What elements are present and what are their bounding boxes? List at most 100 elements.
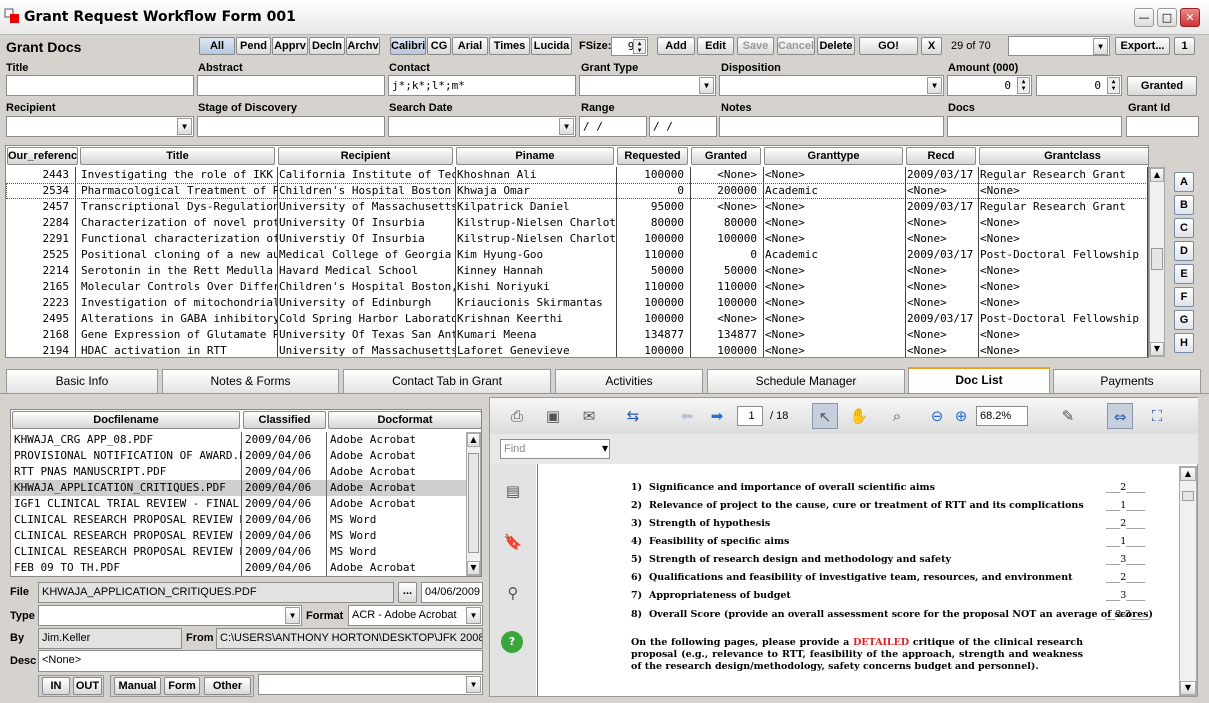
fsize-stepper[interactable]: 9 ▲ ▼ [611,37,648,56]
font-cg-button[interactable]: CG [427,37,451,55]
chevron-down-icon[interactable]: ▼ [177,118,192,135]
range-from-input[interactable]: / / [579,116,647,137]
tab-schedule-manager[interactable]: Schedule Manager [707,369,905,393]
table-row[interactable]: 2525Positional cloning of a new autosonM… [6,247,1148,263]
edit-button[interactable]: Edit [697,37,734,55]
manual-button[interactable]: Manual [114,677,161,695]
grid-scrollbar[interactable]: ▲ ▼ [1149,167,1165,357]
col-header-recipient[interactable]: Recipient [278,147,453,165]
pen-tool-icon[interactable]: ✎ [1055,403,1081,429]
from-input[interactable]: C:\USERS\ANTHONY HORTON\DESKTOP\JFK 2008… [216,628,483,649]
list-item[interactable]: CLINICAL RESEARCH PROPOSAL REVIEW FORM 20… [11,512,469,528]
list-item[interactable]: FEB 09 TO TH.PDF 2009/04/06 Adobe Acrobat [11,560,469,576]
search-date-select[interactable]: ▼ [388,116,576,137]
type-select[interactable]: ▼ [38,605,302,626]
filter-decln-button[interactable]: Decln [309,37,345,55]
title-input[interactable] [6,75,194,96]
go-button[interactable]: GO! [859,37,918,55]
filter-apprv-button[interactable]: Apprv [272,37,308,55]
list-item[interactable]: RTT PNAS MANUSCRIPT.PDF 2009/04/06 Adobe A… [11,464,469,480]
table-row[interactable]: 2495 Alterations in GABA inhibitory circu… [6,311,1148,327]
font-lucida-button[interactable]: Lucida [531,37,572,55]
list-item[interactable]: IGF1 CLINICAL TRIAL REVIEW - FINAL RECOM… [11,496,469,512]
table-row[interactable]: 2284 Characterization of novel proteins i… [6,215,1148,231]
add-button[interactable]: Add [657,37,695,55]
pdf-scrollbar[interactable]: ▲ ▼ [1179,466,1197,696]
list-item[interactable]: CLINICAL RESEARCH PROPOSAL REVIEW FORM 20… [11,544,469,560]
bookmarks-icon[interactable]: 🔖 [500,529,526,555]
font-arial-button[interactable]: Arial [452,37,488,55]
tab-notes-forms[interactable]: Notes & Forms [162,369,339,393]
hand-tool-icon[interactable]: ✋ [846,403,872,429]
find-input[interactable]: Find [500,439,610,459]
help-icon[interactable]: ? [501,631,523,653]
chevron-down-icon[interactable]: ▼ [559,118,574,135]
chevron-down-icon[interactable]: ▼ [699,77,714,94]
out-button[interactable]: OUT [73,677,102,695]
filter-all-button[interactable]: All [199,37,235,55]
fit-page-icon[interactable]: ⛶ [1144,403,1170,429]
col-header-our-reference[interactable]: Our_reference [7,147,78,165]
scroll-up-icon[interactable]: ▲ [1180,467,1196,481]
next-page-icon[interactable]: ➡ [704,403,730,429]
export-button[interactable]: Export... [1115,37,1170,55]
amount-from-input[interactable]: 0 ▲ ▼ [947,75,1032,96]
letter-filter-button[interactable]: D [1174,241,1194,261]
amount-to-input[interactable]: 0 ▲ ▼ [1036,75,1122,96]
zoom-in-icon[interactable]: ⊕ [948,403,974,429]
table-row[interactable]: 2443Investigating the role of IKK alpha … [6,167,1148,183]
tab-basic-info[interactable]: Basic Info [6,369,158,393]
tab-doc-list[interactable]: Doc List [908,367,1050,393]
letter-filter-button[interactable]: B [1174,195,1194,215]
grant-type-select[interactable]: ▼ [579,75,716,96]
scroll-down-icon[interactable]: ▼ [467,561,480,575]
list-item[interactable]: KHWAJA_APPLICATION_CRITIQUES.PDF 2009/04/… [11,480,469,496]
scroll-thumb[interactable] [1182,491,1194,501]
scroll-thumb[interactable] [1151,248,1163,270]
amount-from-spin-icon[interactable]: ▲ ▼ [1017,77,1030,94]
letter-filter-button[interactable]: G [1174,310,1194,330]
other-select[interactable]: ▼ [258,674,483,695]
col-header-docfilename[interactable]: Docfilename [12,411,240,429]
table-row[interactable]: 2457 Transcriptional Dys-Regulation in RU… [6,199,1148,215]
format-select[interactable]: ACR - Adobe Acrobat ▼ [348,605,483,626]
other-button[interactable]: Other [204,677,251,695]
file-input[interactable]: KHWAJA_APPLICATION_CRITIQUES.PDF [38,582,394,603]
table-row[interactable]: 2534Pharmacological Treatment of Rett SC… [6,183,1148,199]
col-header-granttype[interactable]: Granttype [764,147,903,165]
select-tool-icon[interactable]: ↖ [812,403,838,429]
font-times-button[interactable]: Times [489,37,530,55]
date-input[interactable]: 04/06/2009 [421,582,483,603]
scroll-up-icon[interactable]: ▲ [1150,168,1164,182]
letter-filter-button[interactable]: H [1174,333,1194,353]
abstract-input[interactable] [197,75,385,96]
col-header-requested[interactable]: Requested [617,147,688,165]
share-icon[interactable]: ⇆ [620,403,646,429]
browse-button[interactable]: ... [398,582,417,603]
notes-input[interactable] [719,116,944,137]
fit-width-icon[interactable]: ⇔ [1107,403,1133,429]
desc-input[interactable]: <None> [38,650,483,672]
stage-input[interactable] [197,116,385,137]
tab-payments[interactable]: Payments [1053,369,1201,393]
table-row[interactable]: 2194 HDAC activation in RTT University of … [6,343,1148,357]
page-number-button[interactable]: 1 [1174,37,1195,55]
list-item[interactable]: CLINICAL RESEARCH PROPOSAL REVIEW FORM 20… [11,528,469,544]
clear-x-button[interactable]: X [921,37,942,55]
record-select[interactable]: ▼ [1008,36,1110,56]
col-header-granted[interactable]: Granted [691,147,761,165]
list-item[interactable]: PROVISIONAL NOTIFICATION OF AWARD.PDF 200… [11,448,469,464]
page-number-input[interactable]: 1 [737,406,763,426]
tab-activities[interactable]: Activities [555,369,703,393]
filter-archv-button[interactable]: Archv [346,37,380,55]
email-icon[interactable]: ✉ [576,403,602,429]
scroll-up-icon[interactable]: ▲ [467,433,480,447]
scroll-down-icon[interactable]: ▼ [1150,342,1164,356]
col-header-title[interactable]: Title [80,147,275,165]
maximize-button[interactable]: □ [1157,8,1177,27]
table-row[interactable]: 2291Functional characterization of CDKL5… [6,231,1148,247]
pages-icon[interactable]: ▤ [500,478,526,504]
recipient-select[interactable]: ▼ [6,116,194,137]
doc-scrollbar[interactable]: ▲ ▼ [466,432,481,576]
font-calibri-button[interactable]: Calibri [390,37,426,55]
